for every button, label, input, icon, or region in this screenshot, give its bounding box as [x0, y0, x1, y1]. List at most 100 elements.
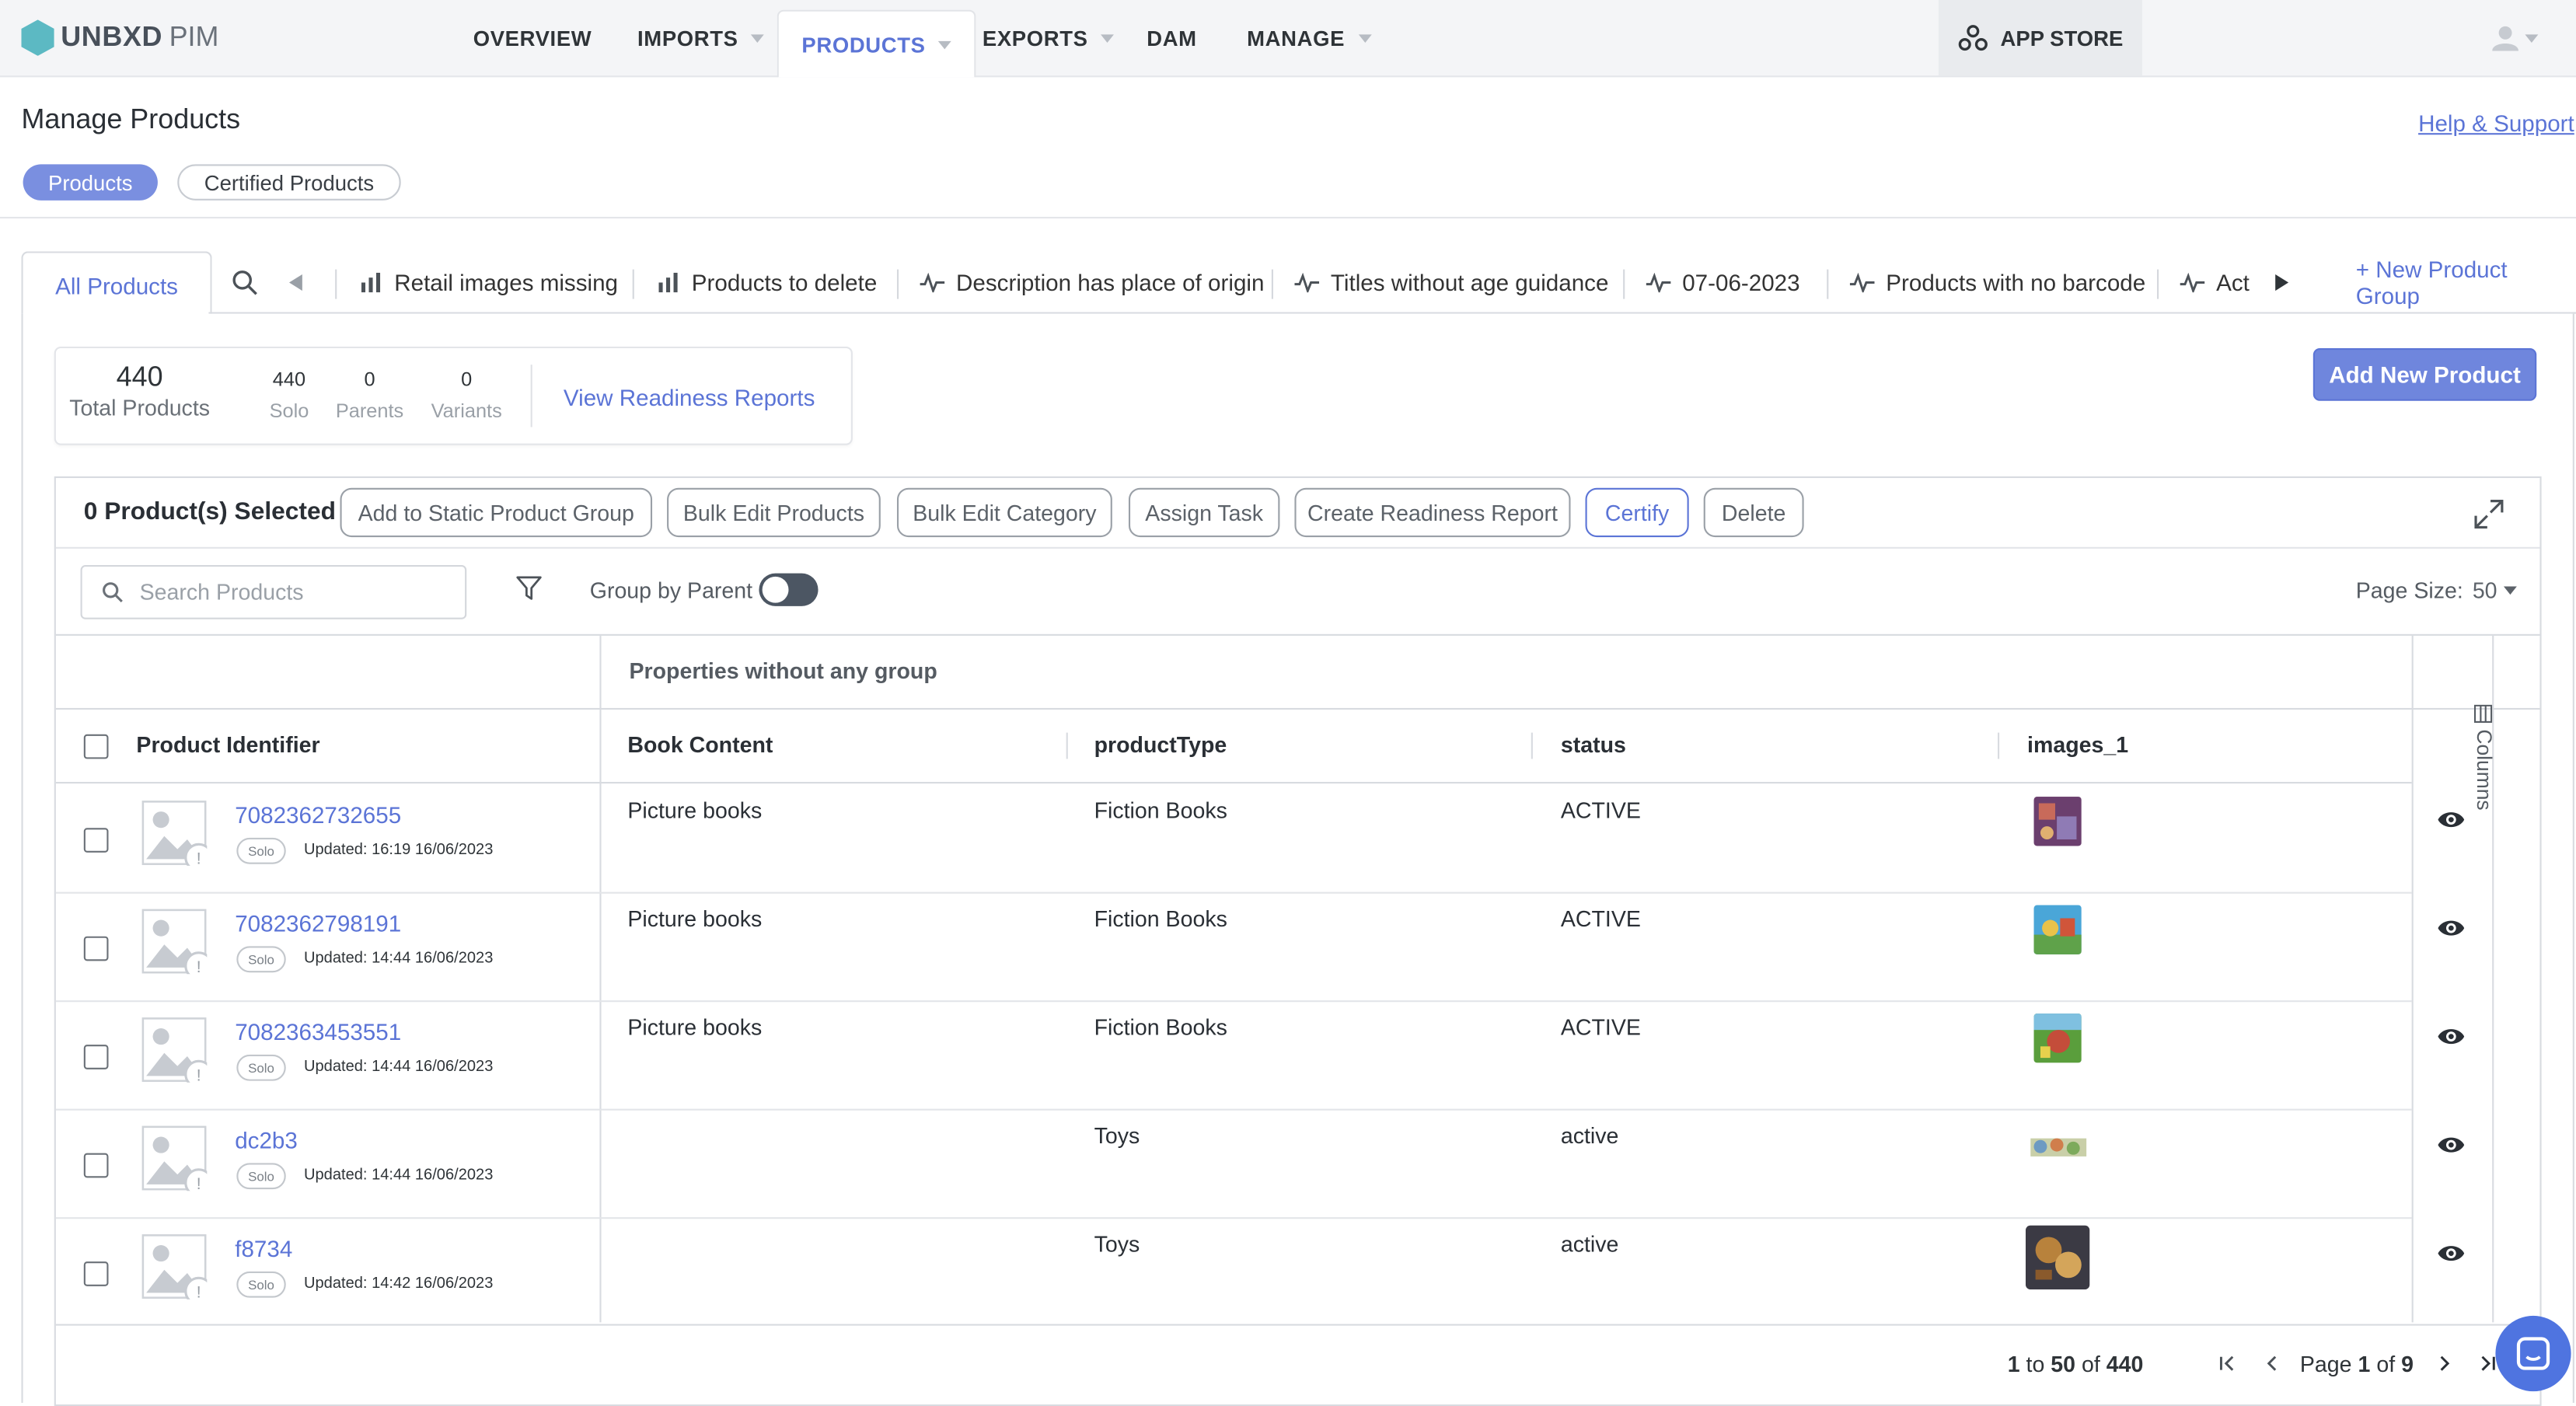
- table-row: ! dc2b3 Solo Updated: 14:44 16/06/2023 T…: [55, 1109, 2465, 1219]
- status-cell[interactable]: ACTIVE: [1561, 798, 1641, 823]
- header-product-identifier[interactable]: Product Identifier: [136, 733, 319, 758]
- product-type-cell[interactable]: Fiction Books: [1094, 1015, 1227, 1040]
- svg-text:!: !: [197, 1067, 201, 1083]
- stat-total-value: 440: [116, 361, 163, 393]
- header-product-type[interactable]: productType: [1094, 733, 1227, 758]
- app-store-button[interactable]: APP STORE: [1938, 0, 2143, 76]
- view-readiness-reports-link[interactable]: View Readiness Reports: [564, 385, 815, 411]
- bulk-edit-category-button[interactable]: Bulk Edit Category: [896, 487, 1112, 538]
- nav-products[interactable]: PRODUCTS: [777, 9, 977, 78]
- tab-act[interactable]: Act: [2180, 251, 2250, 313]
- header-separator: [1998, 732, 2000, 759]
- previous-page-icon[interactable]: [2262, 1354, 2281, 1373]
- row-range: 1 to 50 of 440: [2008, 1352, 2144, 1376]
- row-checkbox[interactable]: [83, 1261, 109, 1286]
- nav-exports[interactable]: EXPORTS: [983, 0, 1115, 75]
- tab-search-icon[interactable]: [232, 251, 258, 313]
- solo-badge: Solo: [236, 837, 286, 864]
- status-cell[interactable]: active: [1561, 1124, 1619, 1149]
- first-page-icon[interactable]: [2218, 1354, 2237, 1373]
- select-all-checkbox[interactable]: [83, 734, 109, 759]
- row-checkbox[interactable]: [83, 828, 109, 853]
- certify-button[interactable]: Certify: [1585, 487, 1689, 538]
- triangle-right-icon: [2275, 274, 2289, 291]
- user-avatar-icon: [2492, 26, 2518, 51]
- product-image-thumbnail[interactable]: [2033, 1014, 2082, 1063]
- tab-label: Titles without age guidance: [1330, 269, 1609, 296]
- nav-dam[interactable]: DAM: [1147, 0, 1196, 75]
- nav-dam-label: DAM: [1147, 25, 1197, 51]
- add-to-static-group-button[interactable]: Add to Static Product Group: [340, 487, 653, 538]
- product-id-link[interactable]: 7082362732655: [235, 801, 401, 828]
- page-size-select[interactable]: 50: [2473, 578, 2517, 603]
- header-images[interactable]: images_1: [2027, 733, 2128, 758]
- certified-products-pill[interactable]: Certified Products: [177, 164, 401, 201]
- status-cell[interactable]: ACTIVE: [1561, 1015, 1641, 1040]
- tabs-scroll-left[interactable]: [288, 251, 304, 313]
- table-row: ! 7082363453551 Solo Updated: 14:44 16/0…: [55, 1000, 2465, 1111]
- tab-products-to-delete[interactable]: Products to delete: [657, 251, 877, 313]
- book-content-cell[interactable]: Picture books: [627, 1015, 762, 1040]
- create-readiness-report-button[interactable]: Create Readiness Report: [1294, 487, 1571, 538]
- total-pages: 9: [2401, 1352, 2414, 1377]
- unbxd-logo[interactable]: UNBXD PIM: [21, 19, 219, 56]
- last-page-icon[interactable]: [2477, 1354, 2497, 1373]
- columns-toggle[interactable]: Columns: [2473, 704, 2495, 811]
- selected-count: 0 Product(s) Selected: [83, 497, 336, 526]
- row-checkbox[interactable]: [83, 1045, 109, 1069]
- tabs-scroll-right[interactable]: [2274, 251, 2290, 313]
- product-type-cell[interactable]: Toys: [1094, 1232, 1140, 1257]
- nav-manage[interactable]: MANAGE: [1247, 0, 1371, 75]
- row-checkbox[interactable]: [83, 936, 109, 961]
- assign-task-button[interactable]: Assign Task: [1128, 487, 1280, 538]
- filter-icon[interactable]: [516, 575, 543, 609]
- header-status[interactable]: status: [1561, 733, 1626, 758]
- product-id-link[interactable]: 7082363453551: [235, 1018, 401, 1045]
- bulk-edit-products-button[interactable]: Bulk Edit Products: [667, 487, 881, 538]
- product-id-link[interactable]: 7082362798191: [235, 910, 401, 937]
- product-id-link[interactable]: dc2b3: [235, 1127, 298, 1153]
- book-content-cell[interactable]: Picture books: [627, 798, 762, 823]
- app-store-icon: [1958, 25, 1988, 51]
- status-cell[interactable]: ACTIVE: [1561, 907, 1641, 932]
- next-page-icon[interactable]: [2435, 1354, 2454, 1373]
- product-id-link[interactable]: f8734: [235, 1235, 292, 1261]
- book-content-cell[interactable]: Picture books: [627, 907, 762, 932]
- products-pill[interactable]: Products: [23, 164, 158, 201]
- nav-overview[interactable]: OVERVIEW: [473, 0, 592, 75]
- product-image-thumbnail[interactable]: [2027, 1132, 2089, 1161]
- table-header: Product Identifier Book Content productT…: [55, 710, 2412, 784]
- add-new-product-button[interactable]: Add New Product: [2312, 348, 2537, 401]
- delete-button[interactable]: Delete: [1703, 487, 1804, 538]
- search-box[interactable]: [80, 565, 467, 619]
- product-image-thumbnail[interactable]: [2025, 1225, 2090, 1290]
- tab-no-barcode[interactable]: Products with no barcode: [1849, 251, 2145, 313]
- status-cell[interactable]: active: [1561, 1232, 1619, 1257]
- tab-retail-images-missing[interactable]: Retail images missing: [360, 251, 618, 313]
- help-support-link[interactable]: Help & Support: [2418, 110, 2574, 137]
- group-by-parent-toggle[interactable]: [759, 573, 819, 606]
- product-image-thumbnail[interactable]: [2033, 905, 2082, 954]
- tab-description-origin[interactable]: Description has place of origin: [920, 251, 1264, 313]
- tab-date-group[interactable]: 07-06-2023: [1646, 251, 1800, 313]
- new-product-group-link[interactable]: + New Product Group: [2356, 251, 2576, 313]
- brand-suffix: PIM: [169, 21, 219, 53]
- top-navbar: UNBXD PIM OVERVIEW IMPORTS PRODUCTS EXPO…: [0, 0, 2576, 78]
- solo-badge: Solo: [236, 1054, 286, 1081]
- nav-imports[interactable]: IMPORTS: [637, 0, 765, 75]
- row-checkbox[interactable]: [83, 1153, 109, 1178]
- header-book-content[interactable]: Book Content: [627, 733, 773, 758]
- product-image-thumbnail[interactable]: [2033, 797, 2082, 846]
- chat-support-button[interactable]: [2495, 1315, 2571, 1392]
- app-store-label: APP STORE: [2000, 25, 2124, 51]
- product-type-cell[interactable]: Toys: [1094, 1124, 1140, 1149]
- tab-titles-age-guidance[interactable]: Titles without age guidance: [1294, 251, 1608, 313]
- expand-icon[interactable]: [2473, 497, 2505, 539]
- tab-all-products[interactable]: All Products: [21, 251, 212, 317]
- product-type-cell[interactable]: Fiction Books: [1094, 907, 1227, 932]
- tab-separator: [335, 269, 337, 299]
- product-type-cell[interactable]: Fiction Books: [1094, 798, 1227, 823]
- search-input[interactable]: [136, 577, 456, 606]
- user-menu[interactable]: [2492, 25, 2539, 51]
- image-placeholder-icon: !: [141, 1234, 208, 1300]
